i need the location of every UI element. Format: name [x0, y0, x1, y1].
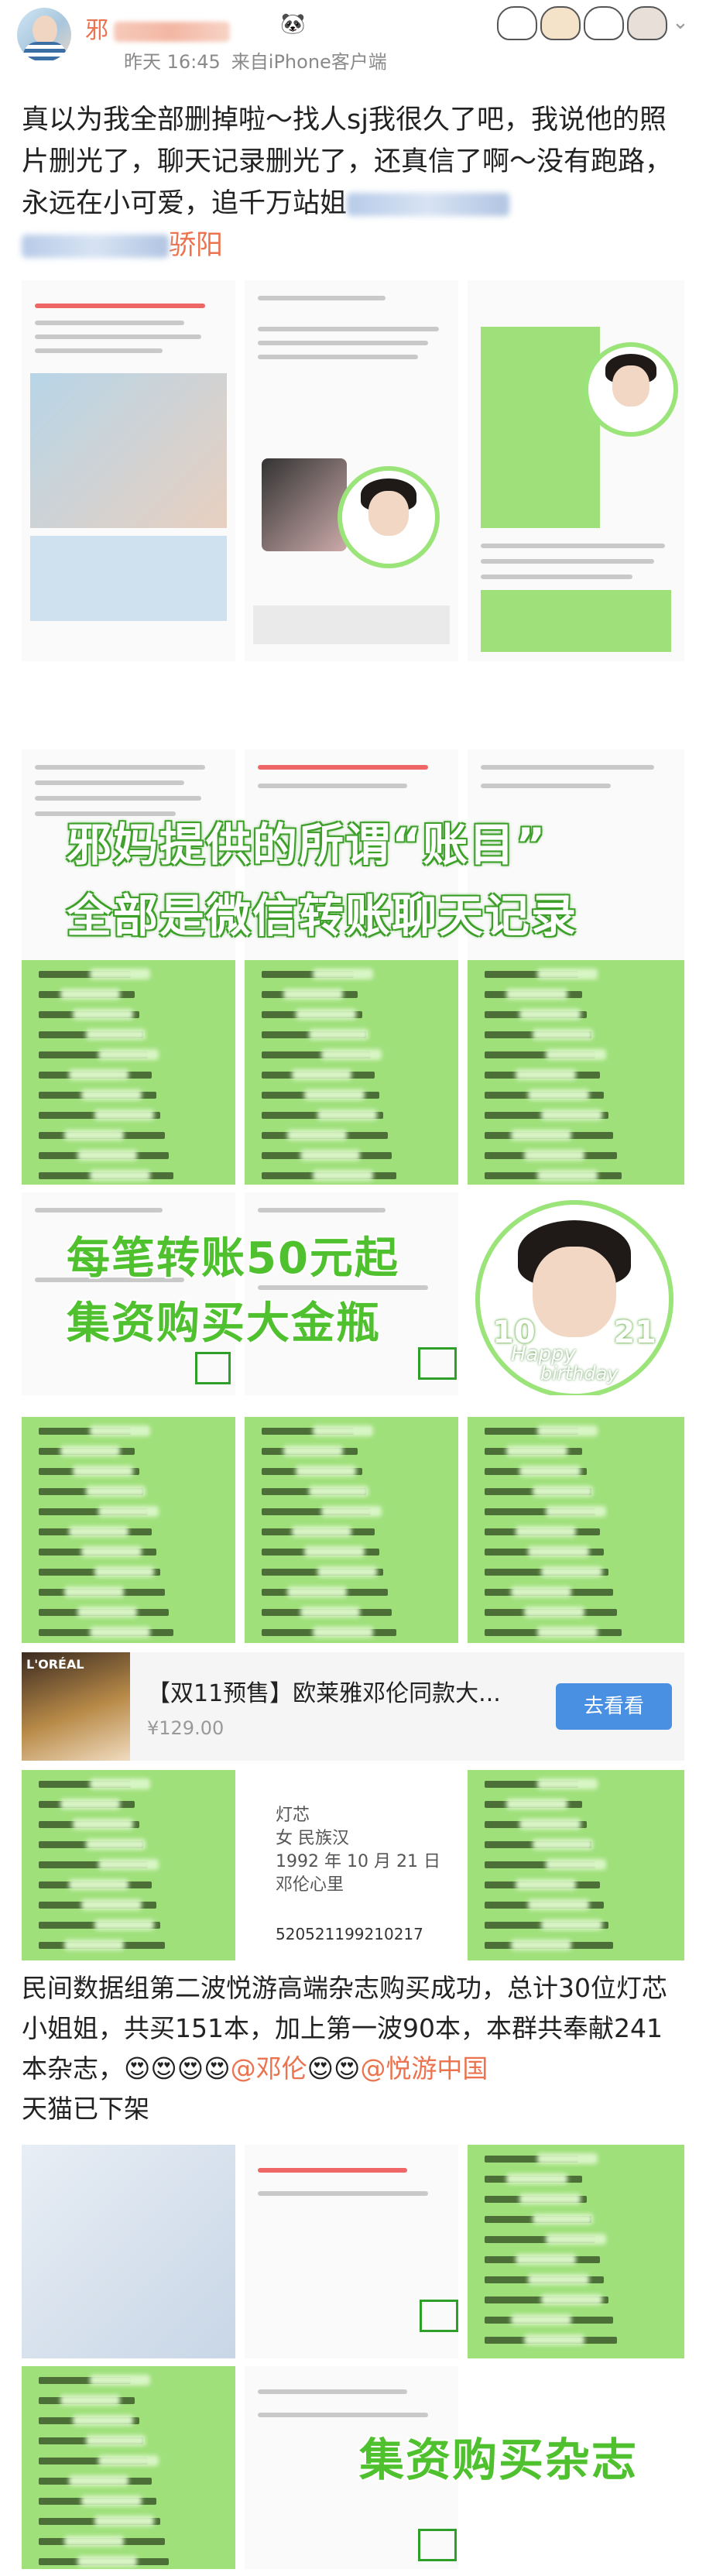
birthday-sticker-cell[interactable]: 10 21 Happy birthday: [468, 1192, 684, 1395]
green-ledger-1[interactable]: [22, 960, 235, 1185]
green-ledger-9[interactable]: [468, 2145, 684, 2358]
username[interactable]: 邪: [85, 11, 230, 45]
avatar[interactable]: [17, 8, 71, 62]
panda-emoji-icon: 🐼: [280, 12, 306, 36]
product-thumb-label: L'ORÉAL: [26, 1657, 84, 1672]
screenshot-weibo-2[interactable]: [245, 280, 458, 661]
idcard-addr: 邓伦心里: [276, 1875, 344, 1895]
post-text: 真以为我全部删掉啦～找人sj我很久了吧，我说他的照片删光了，聊天记录删光了，还真…: [22, 99, 687, 266]
green-ledger-7[interactable]: [22, 1770, 235, 1960]
mention-yueyou[interactable]: @悦游中国: [360, 2053, 488, 2084]
mention-tail[interactable]: 骄阳: [169, 230, 223, 261]
caption-magazine: 集资购买杂志: [359, 2434, 639, 2486]
green-ledger-2[interactable]: [245, 960, 458, 1185]
username-text: 邪: [85, 17, 109, 44]
green-ledger-6[interactable]: [468, 1417, 684, 1643]
mention-denglun[interactable]: @邓伦: [231, 2053, 307, 2084]
mention-blurred-2: [22, 235, 169, 258]
idcard-nation: 女 民族汉: [276, 1829, 349, 1848]
view-product-button[interactable]: 去看看: [556, 1683, 672, 1730]
screenshot-weibo-1[interactable]: [22, 280, 235, 661]
idcard-birth: 1992 年 10 月 21 日: [276, 1852, 440, 1871]
post-source: 来自iPhone客户端: [231, 51, 387, 73]
post2-emoji: 😍😍😍😍: [124, 2053, 231, 2084]
fake-id-card[interactable]: 灯芯 女 民族汉 1992 年 10 月 21 日 邓伦心里 520521199…: [245, 1770, 458, 1960]
caption-buy: 集资购买大金瓶: [67, 1298, 381, 1349]
caption-ledger: 邪妈提供的所谓“账目”: [67, 818, 547, 871]
green-ledger-10[interactable]: [22, 2366, 235, 2569]
product-card[interactable]: L'ORÉAL 【双11预售】欧莱雅邓伦同款大... ¥129.00 去看看: [22, 1652, 684, 1761]
username-blur: [114, 21, 230, 42]
post2-tail: 天猫已下架: [22, 2094, 149, 2124]
idcard-number: 520521199210217: [276, 1925, 423, 1943]
avatar-face: [33, 15, 57, 45]
product-price: ¥129.00: [147, 1717, 224, 1739]
sticker-birthday: birthday: [540, 1363, 619, 1384]
green-ledger-4[interactable]: [22, 1417, 235, 1643]
screenshot-order-1[interactable]: [245, 2145, 458, 2358]
screenshot-weibo-3[interactable]: [468, 280, 684, 661]
green-ledger-3[interactable]: [468, 960, 684, 1185]
chevron-down-icon[interactable]: ⌄: [672, 11, 689, 34]
post2-emoji2: 😍😍: [307, 2053, 361, 2084]
product-title: 【双11预售】欧莱雅邓伦同款大...: [147, 1680, 501, 1707]
sticker-num-right: 21: [613, 1314, 656, 1350]
caption-transfer: 每笔转账50元起: [67, 1233, 399, 1284]
green-ledger-8[interactable]: [468, 1770, 684, 1960]
mention-blurred: [347, 193, 510, 216]
product-thumbnail: L'ORÉAL: [22, 1652, 130, 1761]
post-time: 昨天 16:45: [124, 51, 221, 73]
caption-ledger-2: 全部是微信转账聊天记录: [67, 890, 578, 942]
post-meta: 昨天 16:45 来自iPhone客户端: [124, 46, 387, 74]
post2-text: 民间数据组第二波悦游高端杂志购买成功，总计30位灯芯小姐姐，共买151本，加上第…: [22, 1968, 687, 2129]
cat-decoration-icon: [497, 6, 667, 40]
green-ledger-5[interactable]: [245, 1417, 458, 1643]
avatar-shirt: [23, 42, 67, 62]
idcard-name: 灯芯: [276, 1806, 310, 1825]
photo-magazine-1[interactable]: [22, 2145, 235, 2358]
